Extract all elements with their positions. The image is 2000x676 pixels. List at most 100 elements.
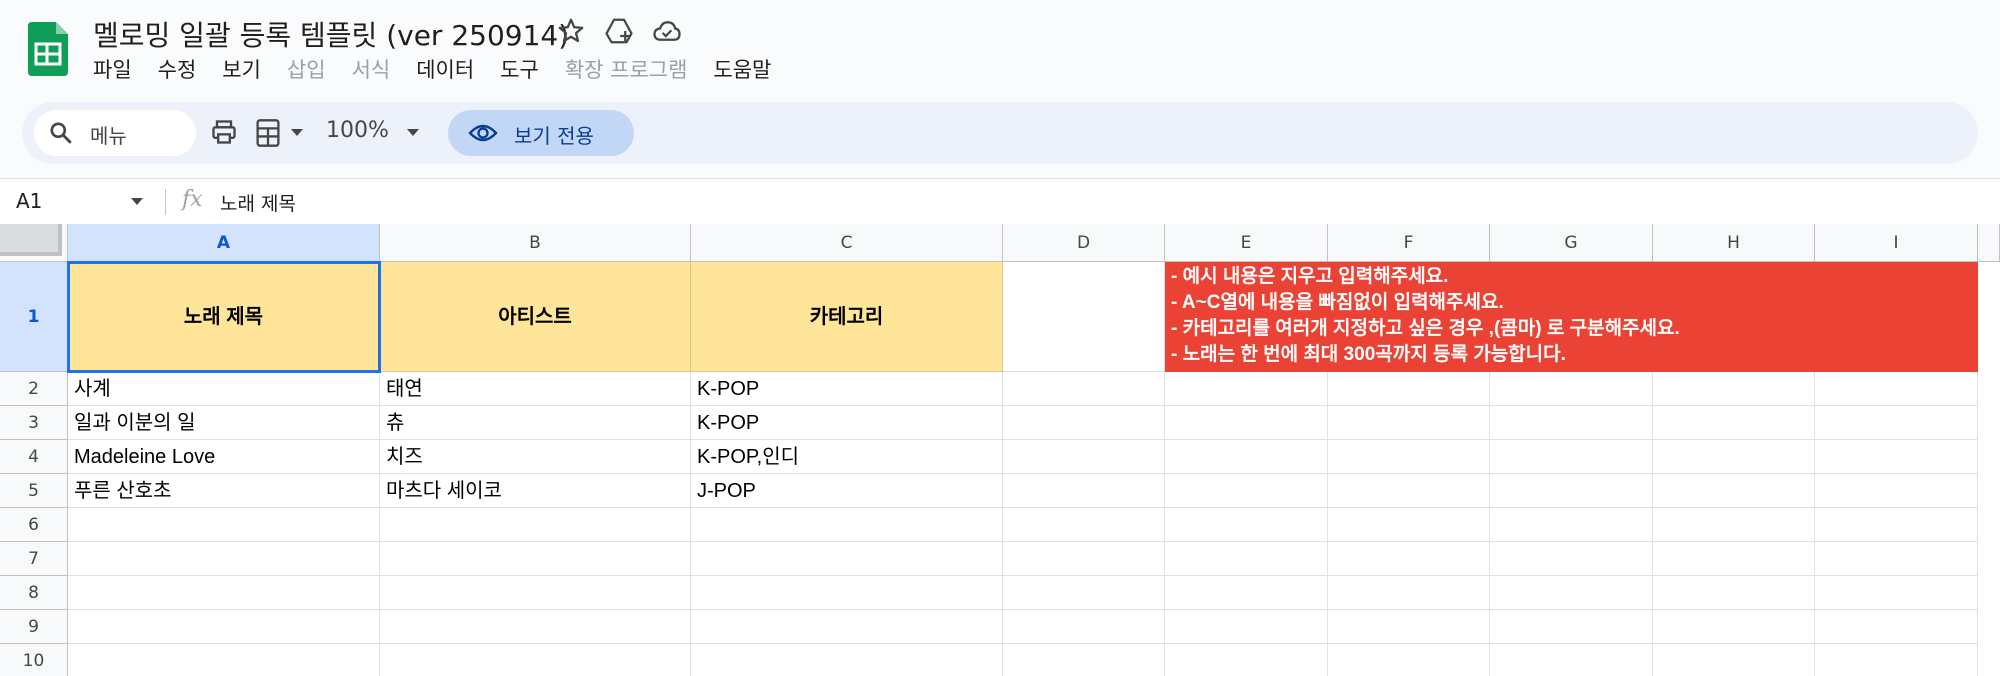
data-cell[interactable]: 치즈: [380, 440, 691, 474]
grid-cell[interactable]: [1165, 406, 1328, 440]
print-icon[interactable]: [210, 118, 238, 146]
grid-cell[interactable]: [1165, 440, 1328, 474]
menu-item-2[interactable]: 수정: [158, 54, 197, 84]
data-cell[interactable]: 일과 이분의 일: [68, 406, 380, 440]
column-header-e[interactable]: E: [1165, 224, 1328, 262]
grid-cell[interactable]: [1328, 576, 1490, 610]
grid-cell[interactable]: [1328, 542, 1490, 576]
column-header-a[interactable]: A: [68, 224, 380, 262]
instructions-notice[interactable]: - 예시 내용은 지우고 입력해주세요. - A~C열에 내용을 빠짐없이 입력해…: [1165, 262, 1978, 372]
grid-cell[interactable]: [1490, 440, 1653, 474]
grid-cell[interactable]: [1815, 542, 1978, 576]
grid-cell[interactable]: [68, 610, 380, 644]
grid-cell[interactable]: [1815, 610, 1978, 644]
menu-search[interactable]: 메뉴: [34, 110, 196, 156]
row-header-2[interactable]: 2: [0, 372, 68, 406]
data-cell[interactable]: J-POP: [691, 474, 1003, 508]
row-header-5[interactable]: 5: [0, 474, 68, 508]
select-all-corner[interactable]: [0, 224, 68, 262]
grid-cell[interactable]: [1003, 406, 1165, 440]
grid-cell[interactable]: [1165, 372, 1328, 406]
chevron-down-icon[interactable]: [290, 128, 304, 138]
grid-cell[interactable]: [1653, 474, 1815, 508]
grid-cell[interactable]: [1490, 406, 1653, 440]
grid-cell[interactable]: [380, 542, 691, 576]
formula-input[interactable]: 노래 제목: [220, 189, 296, 216]
column-header-d[interactable]: D: [1003, 224, 1165, 262]
menu-item-7[interactable]: 도구: [500, 54, 539, 84]
menu-item-3[interactable]: 보기: [222, 54, 261, 84]
grid-cell[interactable]: [1653, 542, 1815, 576]
grid-cell[interactable]: [68, 644, 380, 676]
grid-cell[interactable]: [1490, 576, 1653, 610]
star-icon[interactable]: [556, 16, 586, 46]
grid-cell[interactable]: [1165, 542, 1328, 576]
grid-cell[interactable]: [380, 644, 691, 676]
grid-cell[interactable]: [1815, 576, 1978, 610]
grid-cell[interactable]: [691, 542, 1003, 576]
grid-cell[interactable]: [1328, 474, 1490, 508]
grid-cell[interactable]: [1003, 372, 1165, 406]
data-cell[interactable]: 태연: [380, 372, 691, 406]
data-cell[interactable]: K-POP,인디: [691, 440, 1003, 474]
menu-item-5[interactable]: 서식: [352, 54, 391, 84]
grid-cell[interactable]: [1328, 508, 1490, 542]
grid-cell[interactable]: [1653, 610, 1815, 644]
grid-cell[interactable]: [1328, 644, 1490, 676]
data-cell[interactable]: 푸른 산호초: [68, 474, 380, 508]
column-header-c[interactable]: C: [691, 224, 1003, 262]
data-cell[interactable]: Madeleine Love: [68, 440, 380, 474]
row-header-7[interactable]: 7: [0, 542, 68, 576]
name-box-chevron-down-icon[interactable]: [130, 197, 144, 207]
grid-cell[interactable]: [1003, 644, 1165, 676]
grid-cell[interactable]: [691, 644, 1003, 676]
grid-cell[interactable]: [1815, 406, 1978, 440]
menu-item-4[interactable]: 삽입: [287, 54, 326, 84]
document-title[interactable]: 멜로밍 일괄 등록 템플릿 (ver 250914): [93, 14, 569, 54]
grid-cell[interactable]: [1653, 644, 1815, 676]
grid-cell[interactable]: [1653, 576, 1815, 610]
grid-cell[interactable]: [1490, 508, 1653, 542]
column-header-f[interactable]: F: [1328, 224, 1490, 262]
grid-cell[interactable]: [1490, 542, 1653, 576]
zoom-level[interactable]: 100%: [326, 118, 389, 143]
grid-cell[interactable]: [1003, 440, 1165, 474]
menu-item-1[interactable]: 파일: [93, 54, 132, 84]
grid-cell[interactable]: [1165, 508, 1328, 542]
grid-cell[interactable]: [380, 610, 691, 644]
grid-cell[interactable]: [1328, 440, 1490, 474]
grid-cell[interactable]: [1003, 610, 1165, 644]
row-header-4[interactable]: 4: [0, 440, 68, 474]
menu-item-8[interactable]: 확장 프로그램: [565, 54, 688, 84]
cloud-saved-icon[interactable]: [652, 16, 682, 46]
move-to-drive-icon[interactable]: [604, 16, 634, 46]
data-cell[interactable]: 츄: [380, 406, 691, 440]
row-header-3[interactable]: 3: [0, 406, 68, 440]
sheets-logo-icon[interactable]: [28, 22, 68, 76]
grid-cell[interactable]: [1165, 474, 1328, 508]
grid-cell[interactable]: [691, 576, 1003, 610]
grid-cell[interactable]: [691, 508, 1003, 542]
data-cell[interactable]: 사계: [68, 372, 380, 406]
row-header-8[interactable]: 8: [0, 576, 68, 610]
menu-item-9[interactable]: 도움말: [713, 54, 771, 84]
grid-cell[interactable]: [1328, 610, 1490, 644]
grid-cell[interactable]: [1653, 440, 1815, 474]
grid-cell[interactable]: [1815, 440, 1978, 474]
row-header-6[interactable]: 6: [0, 508, 68, 542]
grid-cell[interactable]: [1815, 474, 1978, 508]
grid-cell[interactable]: [1815, 644, 1978, 676]
grid-cell[interactable]: [1003, 508, 1165, 542]
grid-cell[interactable]: [1165, 576, 1328, 610]
header-cell[interactable]: 아티스트: [380, 262, 691, 372]
data-cell[interactable]: K-POP: [691, 406, 1003, 440]
grid-cell[interactable]: [68, 542, 380, 576]
column-header-i[interactable]: I: [1815, 224, 1978, 262]
grid-cell[interactable]: [691, 610, 1003, 644]
grid-cell[interactable]: [1815, 372, 1978, 406]
grid-cell[interactable]: [380, 576, 691, 610]
header-cell[interactable]: 노래 제목: [68, 262, 380, 372]
grid-cell[interactable]: [68, 508, 380, 542]
grid-cell[interactable]: [1490, 610, 1653, 644]
grid-cell[interactable]: [1490, 644, 1653, 676]
